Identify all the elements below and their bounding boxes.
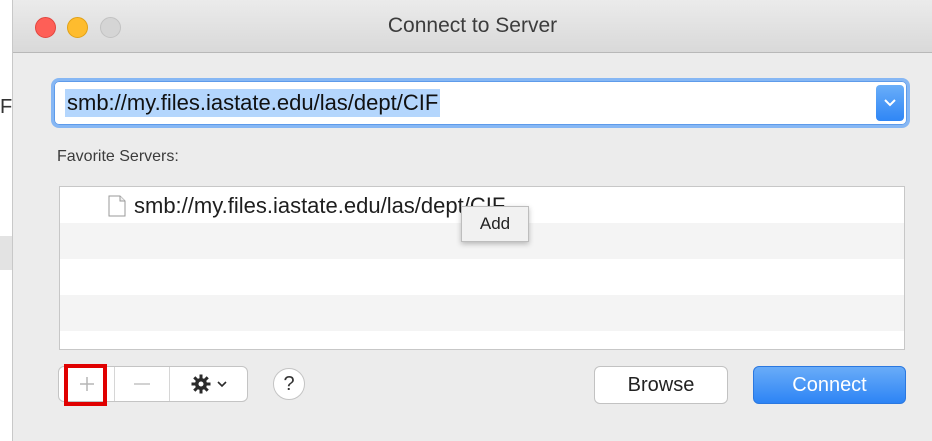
chevron-down-icon xyxy=(216,380,227,387)
background-window: F xyxy=(0,0,12,441)
favorite-servers-label: Favorite Servers: xyxy=(57,148,179,165)
gear-icon xyxy=(191,374,210,394)
history-dropdown-button[interactable] xyxy=(876,85,904,121)
help-button[interactable]: ? xyxy=(273,368,305,400)
chevron-down-icon xyxy=(884,99,896,107)
browse-button[interactable]: Browse xyxy=(594,366,728,404)
server-address-input[interactable]: smb://my.files.iastate.edu/las/dept/CIF xyxy=(65,89,441,117)
add-tooltip: Add xyxy=(461,206,529,242)
server-address-combobox[interactable]: smb://my.files.iastate.edu/las/dept/CIF xyxy=(54,81,907,125)
add-button-highlight-box xyxy=(64,364,107,406)
minus-icon xyxy=(134,383,150,385)
favorite-server-address: smb://my.files.iastate.edu/las/dept/CIF xyxy=(134,193,506,218)
document-icon xyxy=(108,195,126,217)
action-menu-button[interactable] xyxy=(170,367,247,401)
connect-button[interactable]: Connect xyxy=(753,366,906,404)
list-row-stripe xyxy=(60,295,904,331)
background-window-text: F xyxy=(0,96,13,118)
connect-to-server-dialog: Connect to Server smb://my.files.iastate… xyxy=(12,0,932,441)
title-bar: Connect to Server xyxy=(13,0,932,53)
window-title: Connect to Server xyxy=(387,14,558,37)
remove-favorite-button[interactable] xyxy=(115,367,170,401)
background-stripe xyxy=(0,236,12,270)
